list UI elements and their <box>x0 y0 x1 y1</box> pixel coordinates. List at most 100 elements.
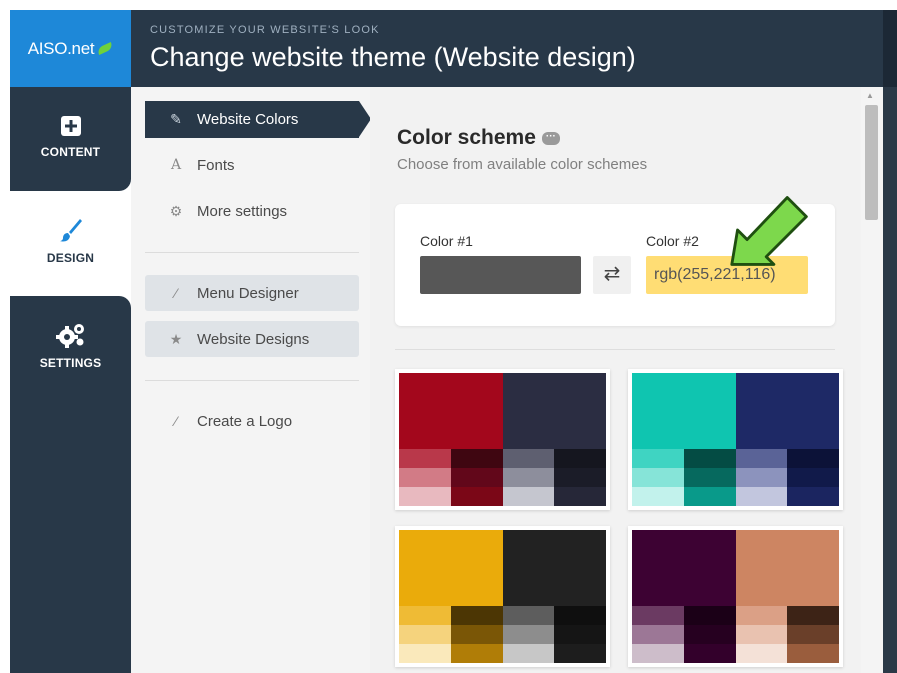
palette-swatch <box>450 606 503 625</box>
palette-swatch <box>787 606 839 625</box>
palette-swatch <box>787 644 839 663</box>
aiso-logo[interactable]: AISO.net <box>10 10 131 87</box>
palette-swatch <box>735 487 788 506</box>
palette-swatch <box>735 468 788 487</box>
menu-item-website-designs[interactable]: ★ Website Designs <box>145 321 359 357</box>
menu-label-website-designs: Website Designs <box>197 330 310 348</box>
color1-label: Color #1 <box>420 233 473 249</box>
palette-swatch <box>735 373 839 449</box>
menu-item-fonts[interactable]: A Fonts <box>145 147 359 183</box>
palette-swatch <box>554 644 606 663</box>
menu-item-create-logo[interactable]: ⁄ Create a Logo <box>145 403 359 439</box>
palette-swatch <box>632 449 684 468</box>
scroll-up-icon[interactable]: ▲ <box>866 91 874 100</box>
plus-square-icon <box>60 116 81 136</box>
palette-swatch <box>450 449 503 468</box>
menu-label-more-settings: More settings <box>197 202 288 220</box>
palette-swatch <box>632 644 684 663</box>
palette-swatch <box>787 468 839 487</box>
palette-swatch <box>399 606 451 625</box>
palette-swatch <box>450 644 503 663</box>
palette-swatch <box>502 530 606 606</box>
palette-swatch <box>399 625 451 644</box>
palette-swatch <box>632 373 736 449</box>
palette-swatch <box>735 606 788 625</box>
rail-label-settings: SETTINGS <box>39 356 102 370</box>
menu-label-menu-designer: Menu Designer <box>197 284 299 302</box>
section-subtitle: Choose from available color schemes <box>397 156 648 173</box>
menu-item-website-colors[interactable]: ✎ Website Colors <box>145 101 371 138</box>
palette-swatch <box>787 487 839 506</box>
palette-swatch <box>632 530 736 606</box>
palette-swatch <box>554 449 606 468</box>
palette-swatch <box>683 487 736 506</box>
rail-label-content: CONTENT <box>40 145 101 159</box>
section-title-text: Color scheme <box>397 126 536 149</box>
small-gears-icon: ⚙ <box>169 202 183 219</box>
palette-swatch <box>399 487 451 506</box>
font-icon: A <box>170 157 182 173</box>
paintbrush-icon <box>59 219 82 242</box>
menu-item-menu-designer[interactable]: ⁄ Menu Designer <box>145 275 359 311</box>
menu-divider <box>145 380 359 381</box>
palette-swatch <box>399 644 451 663</box>
menu-label-create-logo: Create a Logo <box>197 412 293 430</box>
section-title: Color scheme ··· <box>397 126 560 150</box>
palette-swatch <box>399 468 451 487</box>
palette-card[interactable] <box>395 369 610 510</box>
left-rail: CONTENT DESIGN SETTINGS <box>10 87 131 673</box>
right-edge <box>883 87 897 673</box>
more-options-icon[interactable]: ··· <box>541 131 560 145</box>
palette-swatch <box>502 449 555 468</box>
palette-swatch <box>735 530 839 606</box>
design-submenu: ✎ Website Colors A Fonts ⚙ More settings… <box>131 87 371 673</box>
palette-swatch <box>502 644 555 663</box>
palette-card[interactable] <box>628 526 843 667</box>
menu-item-more-settings[interactable]: ⚙ More settings <box>145 193 359 229</box>
leaf-icon <box>96 41 115 56</box>
palette-swatch <box>554 606 606 625</box>
menu-divider <box>145 252 359 253</box>
menu-label-fonts: Fonts <box>197 156 235 174</box>
green-arrow-icon <box>730 196 808 266</box>
palette-swatch <box>554 487 606 506</box>
scroll-thumb[interactable] <box>865 105 878 220</box>
gears-icon <box>55 324 84 348</box>
palette-swatch <box>787 625 839 644</box>
palette-swatch <box>554 468 606 487</box>
palette-swatch <box>399 373 503 449</box>
palette-swatch <box>787 449 839 468</box>
scrollbar[interactable]: ▲ <box>861 87 883 673</box>
star-icon: ★ <box>169 330 183 347</box>
palette-swatch <box>450 468 503 487</box>
palette-swatch <box>683 449 736 468</box>
palette-swatch <box>735 625 788 644</box>
palette-swatch <box>554 625 606 644</box>
rail-item-content[interactable]: CONTENT <box>10 87 131 191</box>
palette-swatch <box>683 644 736 663</box>
palette-swatch <box>502 373 606 449</box>
color2-label: Color #2 <box>646 233 699 249</box>
palette-swatch <box>450 625 503 644</box>
main-panel: Color scheme ··· Choose from available co… <box>370 87 861 673</box>
magic-wand-icon: ⁄ <box>174 285 178 301</box>
page-title: Change website theme (Website design) <box>150 42 636 72</box>
palette-card[interactable] <box>628 369 843 510</box>
palette-swatch <box>735 449 788 468</box>
palette-swatch <box>502 468 555 487</box>
header-subtitle: CUSTOMIZE YOUR WEBSITE'S LOOK <box>150 24 380 36</box>
top-header: AISO.net CUSTOMIZE YOUR WEBSITE'S LOOK C… <box>10 10 897 87</box>
palette-swatch <box>450 487 503 506</box>
rail-item-design[interactable]: DESIGN <box>10 191 131 296</box>
palette-card[interactable] <box>395 526 610 667</box>
palette-swatch <box>683 606 736 625</box>
palette-swatch <box>632 468 684 487</box>
magic-wand-icon: ⁄ <box>174 413 178 429</box>
brush-icon: ✎ <box>170 111 182 127</box>
rail-label-design: DESIGN <box>46 251 95 265</box>
rail-item-settings[interactable]: SETTINGS <box>10 296 131 673</box>
header-edge <box>883 10 897 87</box>
color1-input[interactable] <box>420 256 581 294</box>
swap-colors-button[interactable]: ⇄ <box>593 256 631 294</box>
palette-swatch <box>399 530 503 606</box>
